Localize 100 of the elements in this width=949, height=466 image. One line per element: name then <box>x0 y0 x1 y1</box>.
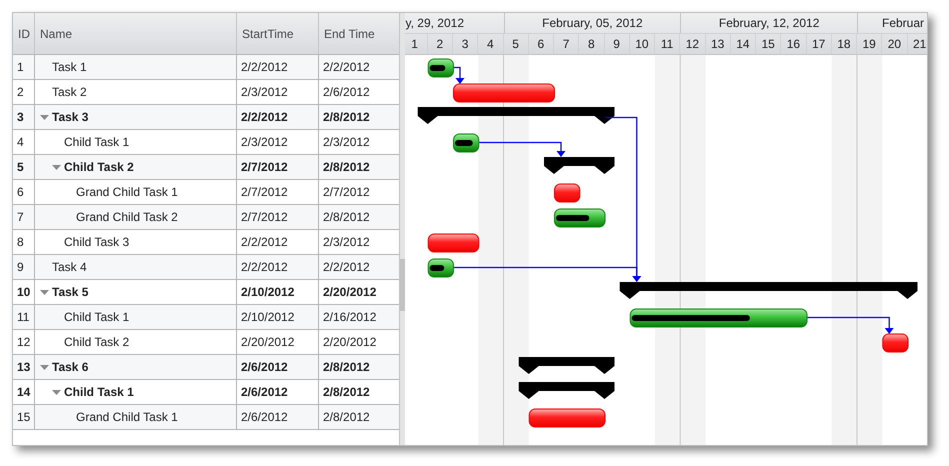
day-label: 7 <box>562 36 570 53</box>
id-cell-text: 14 <box>17 384 30 401</box>
task-name: Grand Child Task 1 <box>76 184 178 201</box>
task-name: Child Task 1 <box>64 309 130 326</box>
day-label: 18 <box>837 36 851 53</box>
day-label: 20 <box>888 36 902 53</box>
day-label: 3 <box>462 36 468 53</box>
column-header[interactable]: Name <box>35 13 237 54</box>
column-header[interactable]: End Time <box>319 13 399 54</box>
task-name: Child Task 1 <box>64 134 130 151</box>
day-label: 8 <box>588 36 595 53</box>
day-label: 1 <box>411 36 418 53</box>
end-date-cell-text: 2/6/2012 <box>323 84 370 101</box>
summary-bar[interactable] <box>620 282 918 299</box>
task-name: Grand Child Task 2 <box>76 209 178 226</box>
id-cell-text: 10 <box>17 284 30 301</box>
day-label: 15 <box>761 36 775 53</box>
day-label: 21 <box>912 36 926 53</box>
end-date-cell-text: 2/8/2012 <box>323 109 370 126</box>
task-name: Task 4 <box>52 259 87 276</box>
task-name: Child Task 2 <box>64 334 130 351</box>
end-date-cell-text: 2/20/2012 <box>323 334 376 351</box>
day-label: 11 <box>660 36 674 53</box>
start-date-cell-text: 2/6/2012 <box>241 384 288 401</box>
summary-bar[interactable] <box>544 157 614 174</box>
day-label: 14 <box>736 36 750 53</box>
day-label: 9 <box>613 36 620 53</box>
id-cell-text: 8 <box>17 234 24 251</box>
collapse-triangle-icon[interactable] <box>40 362 49 372</box>
summary-bar[interactable] <box>518 357 614 374</box>
start-date-cell-text: 2/3/2012 <box>241 134 288 151</box>
id-cell-text: 5 <box>17 159 24 176</box>
task-name: Child Task 3 <box>64 234 130 251</box>
collapse-triangle-icon[interactable] <box>40 112 49 122</box>
start-date-cell-text: 2/2/2012 <box>241 59 288 76</box>
summary-bar[interactable] <box>518 382 614 399</box>
summary-bar[interactable] <box>418 107 614 124</box>
day-label: 13 <box>710 36 724 53</box>
id-cell-text: 4 <box>17 134 24 151</box>
start-date-cell-text: 2/10/2012 <box>241 309 294 326</box>
column-header[interactable]: StartTime <box>237 13 319 54</box>
start-date-cell-text: 2/7/2012 <box>241 209 288 226</box>
column-header[interactable]: ID <box>13 13 35 54</box>
collapse-triangle-icon[interactable] <box>52 388 61 396</box>
day-label: 17 <box>812 36 826 53</box>
week-label: y, 29, 2012 <box>406 14 464 32</box>
id-cell-text: 13 <box>17 359 30 376</box>
id-cell-text: 1 <box>17 59 24 76</box>
scrollbar-thumb[interactable] <box>400 259 405 311</box>
task-name: Grand Child Task 1 <box>76 409 178 426</box>
start-date-cell-text: 2/2/2012 <box>241 234 288 251</box>
id-cell-text: 12 <box>17 334 30 351</box>
end-date-cell-text: 2/8/2012 <box>323 409 370 426</box>
start-date-cell-text: 2/7/2012 <box>241 184 288 201</box>
start-date-cell-text: 2/20/2012 <box>241 334 294 351</box>
id-cell-text: 9 <box>17 259 24 276</box>
week-label: Februar <box>882 14 924 32</box>
day-label: 19 <box>862 36 876 53</box>
start-date-cell-text: 2/2/2012 <box>241 259 288 276</box>
collapse-triangle-icon[interactable] <box>52 162 61 172</box>
day-label: 16 <box>786 36 800 53</box>
day-label: 4 <box>487 36 494 53</box>
end-date-cell-text: 2/7/2012 <box>323 184 370 201</box>
end-date-cell-text: 2/8/2012 <box>323 159 370 176</box>
week-label: February, 12, 2012 <box>718 14 820 32</box>
week-label: February, 05, 2012 <box>542 14 643 32</box>
start-date-cell-text: 2/6/2012 <box>241 409 288 426</box>
end-date-cell-text: 2/2/2012 <box>323 259 370 276</box>
task-name: Task 6 <box>52 359 88 376</box>
end-date-cell-text: 2/2/2012 <box>323 59 370 76</box>
day-label: 10 <box>635 36 649 53</box>
id-cell-text: 6 <box>17 184 24 201</box>
task-name: Task 1 <box>52 59 87 76</box>
id-cell-text: 15 <box>17 409 30 426</box>
end-date-cell-text: 2/3/2012 <box>323 234 370 251</box>
task-name: Task 3 <box>52 109 88 126</box>
task-name: Task 2 <box>52 84 87 101</box>
start-date-cell-text: 2/10/2012 <box>241 284 294 301</box>
day-label: 5 <box>512 36 519 53</box>
start-date-cell-text: 2/2/2012 <box>241 109 288 126</box>
task-name: Task 5 <box>52 284 88 301</box>
id-cell-text: 11 <box>17 309 30 326</box>
id-cell-text: 2 <box>17 84 24 101</box>
day-label: 2 <box>436 36 444 53</box>
day-label: 12 <box>686 36 700 53</box>
end-date-cell-text: 2/16/2012 <box>323 309 376 326</box>
task-name: Child Task 1 <box>64 384 134 401</box>
id-cell-text: 3 <box>17 109 24 126</box>
end-date-cell-text: 2/8/2012 <box>323 384 370 401</box>
task-name: Child Task 2 <box>64 159 134 176</box>
start-date-cell-text: 2/3/2012 <box>241 84 288 101</box>
end-date-cell-text: 2/3/2012 <box>323 134 370 151</box>
end-date-cell-text: 2/8/2012 <box>323 359 370 376</box>
collapse-triangle-icon[interactable] <box>40 288 49 296</box>
end-date-cell-text: 2/8/2012 <box>323 209 370 226</box>
start-date-cell-text: 2/7/2012 <box>241 159 288 176</box>
day-label: 6 <box>538 36 544 53</box>
id-cell-text: 7 <box>17 209 24 226</box>
end-date-cell-text: 2/20/2012 <box>323 284 376 301</box>
start-date-cell-text: 2/6/2012 <box>241 359 288 376</box>
